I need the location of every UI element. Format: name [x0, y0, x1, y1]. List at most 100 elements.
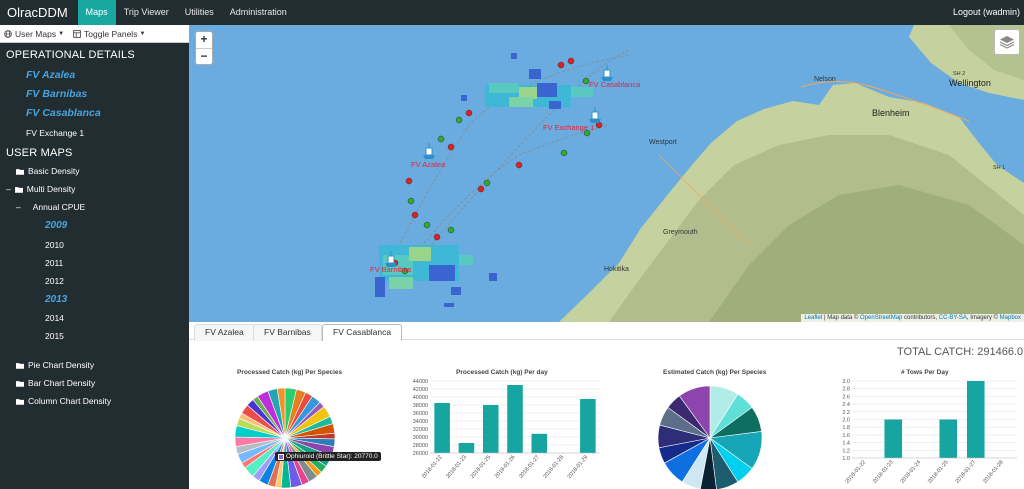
nav-administration[interactable]: Administration [222, 0, 295, 25]
x-tick-label: 2018-01-28 [542, 454, 565, 479]
processed-catch-species-pie[interactable] [225, 378, 350, 489]
bar[interactable] [884, 419, 903, 459]
folder-icon [16, 362, 24, 369]
y-tick-label: 2.6 [842, 394, 850, 400]
ccbysa-link[interactable]: CC-BY-SA [939, 315, 967, 321]
toggle-panels-dropdown[interactable]: Toggle Panels ▼ [73, 29, 145, 39]
y-tick-label: 2.0 [842, 418, 850, 424]
folder-icon [14, 186, 23, 193]
place-label-nelson: Nelson [814, 76, 836, 83]
zoom-in-button[interactable]: + [196, 32, 212, 48]
year-item-2010[interactable]: 2010 [45, 240, 64, 250]
bar[interactable] [434, 403, 450, 453]
collapse-icon: – [6, 184, 11, 194]
vessel-link-casablanca[interactable]: FV Casablanca [26, 107, 101, 119]
folder-basic-density[interactable]: Basic Density [16, 166, 80, 176]
vessel-label-exchange: FV Exchange 1 [543, 123, 595, 132]
tab-fv-casablanca[interactable]: FV Casablanca [322, 324, 403, 341]
x-tick-label: 2018-01-23 [872, 459, 895, 484]
nav-maps[interactable]: Maps [77, 0, 116, 25]
bar[interactable] [939, 419, 958, 459]
vessel-link-barnibas[interactable]: FV Barnibas [26, 88, 87, 100]
user-maps-header: USER MAPS [6, 147, 73, 159]
vessel-label-azalea: FV Azalea [411, 160, 446, 169]
folder-label: Multi Density [26, 184, 76, 194]
user-maps-dropdown[interactable]: User Maps ▼ [4, 29, 64, 39]
folder-label: Annual CPUE [32, 202, 86, 212]
year-item-2009[interactable]: 2009 [45, 220, 67, 231]
tooltip-text: Ophiuroid (Brittle Star): 20770.0 [286, 453, 378, 460]
year-item-2012[interactable]: 2012 [45, 276, 64, 286]
x-tick-label: 2018-01-22 [421, 454, 444, 479]
osm-link[interactable]: OpenStreetMap [860, 315, 902, 321]
map-view[interactable]: FV Casablanca FV Exchange 1 FV Azalea FV… [189, 25, 1024, 322]
bar[interactable] [580, 399, 596, 453]
processed-catch-day-bar[interactable]: 26000 28000 30000 32000 34000 36000 38000 40000… [402, 376, 602, 489]
vessel-link-exchange[interactable]: FV Exchange 1 [26, 128, 84, 138]
x-tick-label: 2018-01-29 [567, 454, 590, 479]
bar[interactable] [531, 433, 548, 453]
year-item-2014[interactable]: 2014 [45, 313, 64, 323]
caret-down-icon: ▼ [58, 30, 65, 37]
chart-title: Processed Catch (kg) Per day [456, 369, 548, 376]
y-tick-label: 32000 [413, 427, 428, 433]
folder-label: Basic Density [28, 166, 80, 176]
y-tick-label: 42000 [413, 387, 428, 393]
place-label-hokitika: Hokitika [604, 266, 629, 273]
globe-icon [4, 29, 12, 38]
folder-pie-chart-density[interactable]: Pie Chart Density [16, 360, 94, 370]
folder-annual-cpue[interactable]: – Annual CPUE [16, 202, 85, 212]
tab-fv-barnibas[interactable]: FV Barnibas [253, 324, 322, 341]
y-tick-label: 26000 [413, 451, 428, 457]
x-tick-label: 2018-01-27 [955, 459, 978, 484]
zoom-out-button[interactable]: − [196, 48, 212, 64]
map-attribution: Leaflet | Map data © OpenStreetMap contr… [801, 314, 1024, 322]
x-tick-label: 2018-01-28 [982, 459, 1005, 484]
x-tick-label: 2018-01-26 [494, 454, 517, 479]
year-item-2015[interactable]: 2015 [45, 331, 64, 341]
folder-multi-density[interactable]: – Multi Density [6, 184, 75, 194]
bar[interactable] [458, 443, 475, 453]
logout-link[interactable]: Logout (wadmin) [953, 0, 1020, 25]
y-tick-label: 2.2 [842, 410, 850, 416]
leaflet-link[interactable]: Leaflet [804, 315, 822, 321]
chart-title: # Tows Per Day [901, 369, 949, 376]
x-tick-label: 2018-01-22 [845, 459, 868, 484]
app-brand[interactable]: OlracDDM [0, 0, 78, 25]
sidebar-toolbar: User Maps ▼ Toggle Panels ▼ [0, 25, 189, 43]
panels-icon [73, 29, 81, 38]
vessel-marker-casablanca [601, 65, 613, 81]
vessel-link-azalea[interactable]: FV Azalea [26, 69, 75, 81]
y-tick-label: 36000 [413, 411, 428, 417]
y-tick-label: 3.0 [842, 379, 850, 385]
bar[interactable] [966, 381, 985, 458]
operational-details-header: OPERATIONAL DETAILS [6, 49, 135, 61]
bar[interactable] [507, 385, 523, 453]
x-tick-label: 2018-01-23 [445, 454, 468, 479]
mapbox-link[interactable]: Mapbox [1000, 315, 1021, 321]
y-tick-label: 1.2 [842, 448, 850, 454]
nav-utilities[interactable]: Utilities [177, 0, 222, 25]
top-navbar: OlracDDM Maps Trip Viewer Utilities Admi… [0, 0, 1024, 25]
nav-trip-viewer[interactable]: Trip Viewer [116, 0, 177, 25]
estimated-catch-species-pie[interactable] [648, 378, 778, 489]
folder-column-chart-density[interactable]: Column Chart Density [16, 396, 111, 406]
y-tick-label: 38000 [413, 403, 428, 409]
bar[interactable] [482, 405, 499, 453]
tab-fv-azalea[interactable]: FV Azalea [194, 324, 255, 341]
folder-bar-chart-density[interactable]: Bar Chart Density [16, 378, 95, 388]
year-item-2013[interactable]: 2013 [45, 294, 67, 305]
vessel-label-barnibas: FV Barnibas [370, 265, 412, 274]
folder-label: Column Chart Density [28, 396, 112, 406]
zoom-control: + − [195, 31, 213, 65]
year-item-2011[interactable]: 2011 [45, 258, 63, 268]
folder-label: Pie Chart Density [28, 360, 95, 370]
chart-title: Processed Catch (kg) Per Species [237, 369, 343, 376]
place-label-westport: Westport [649, 139, 677, 146]
x-tick-label: 2018-01-25 [470, 454, 493, 479]
vessel-label-casablanca: FV Casablanca [589, 80, 641, 89]
layers-control-button[interactable] [994, 29, 1020, 55]
caret-down-icon: ▼ [139, 30, 146, 37]
tows-per-day-bar[interactable]: 1.0 1.21.4 1.6 1.82.0 2.2 2.4 2.62.8 3.0 2018-01… [825, 376, 1024, 489]
place-label-greymouth: Greymouth [663, 229, 698, 236]
